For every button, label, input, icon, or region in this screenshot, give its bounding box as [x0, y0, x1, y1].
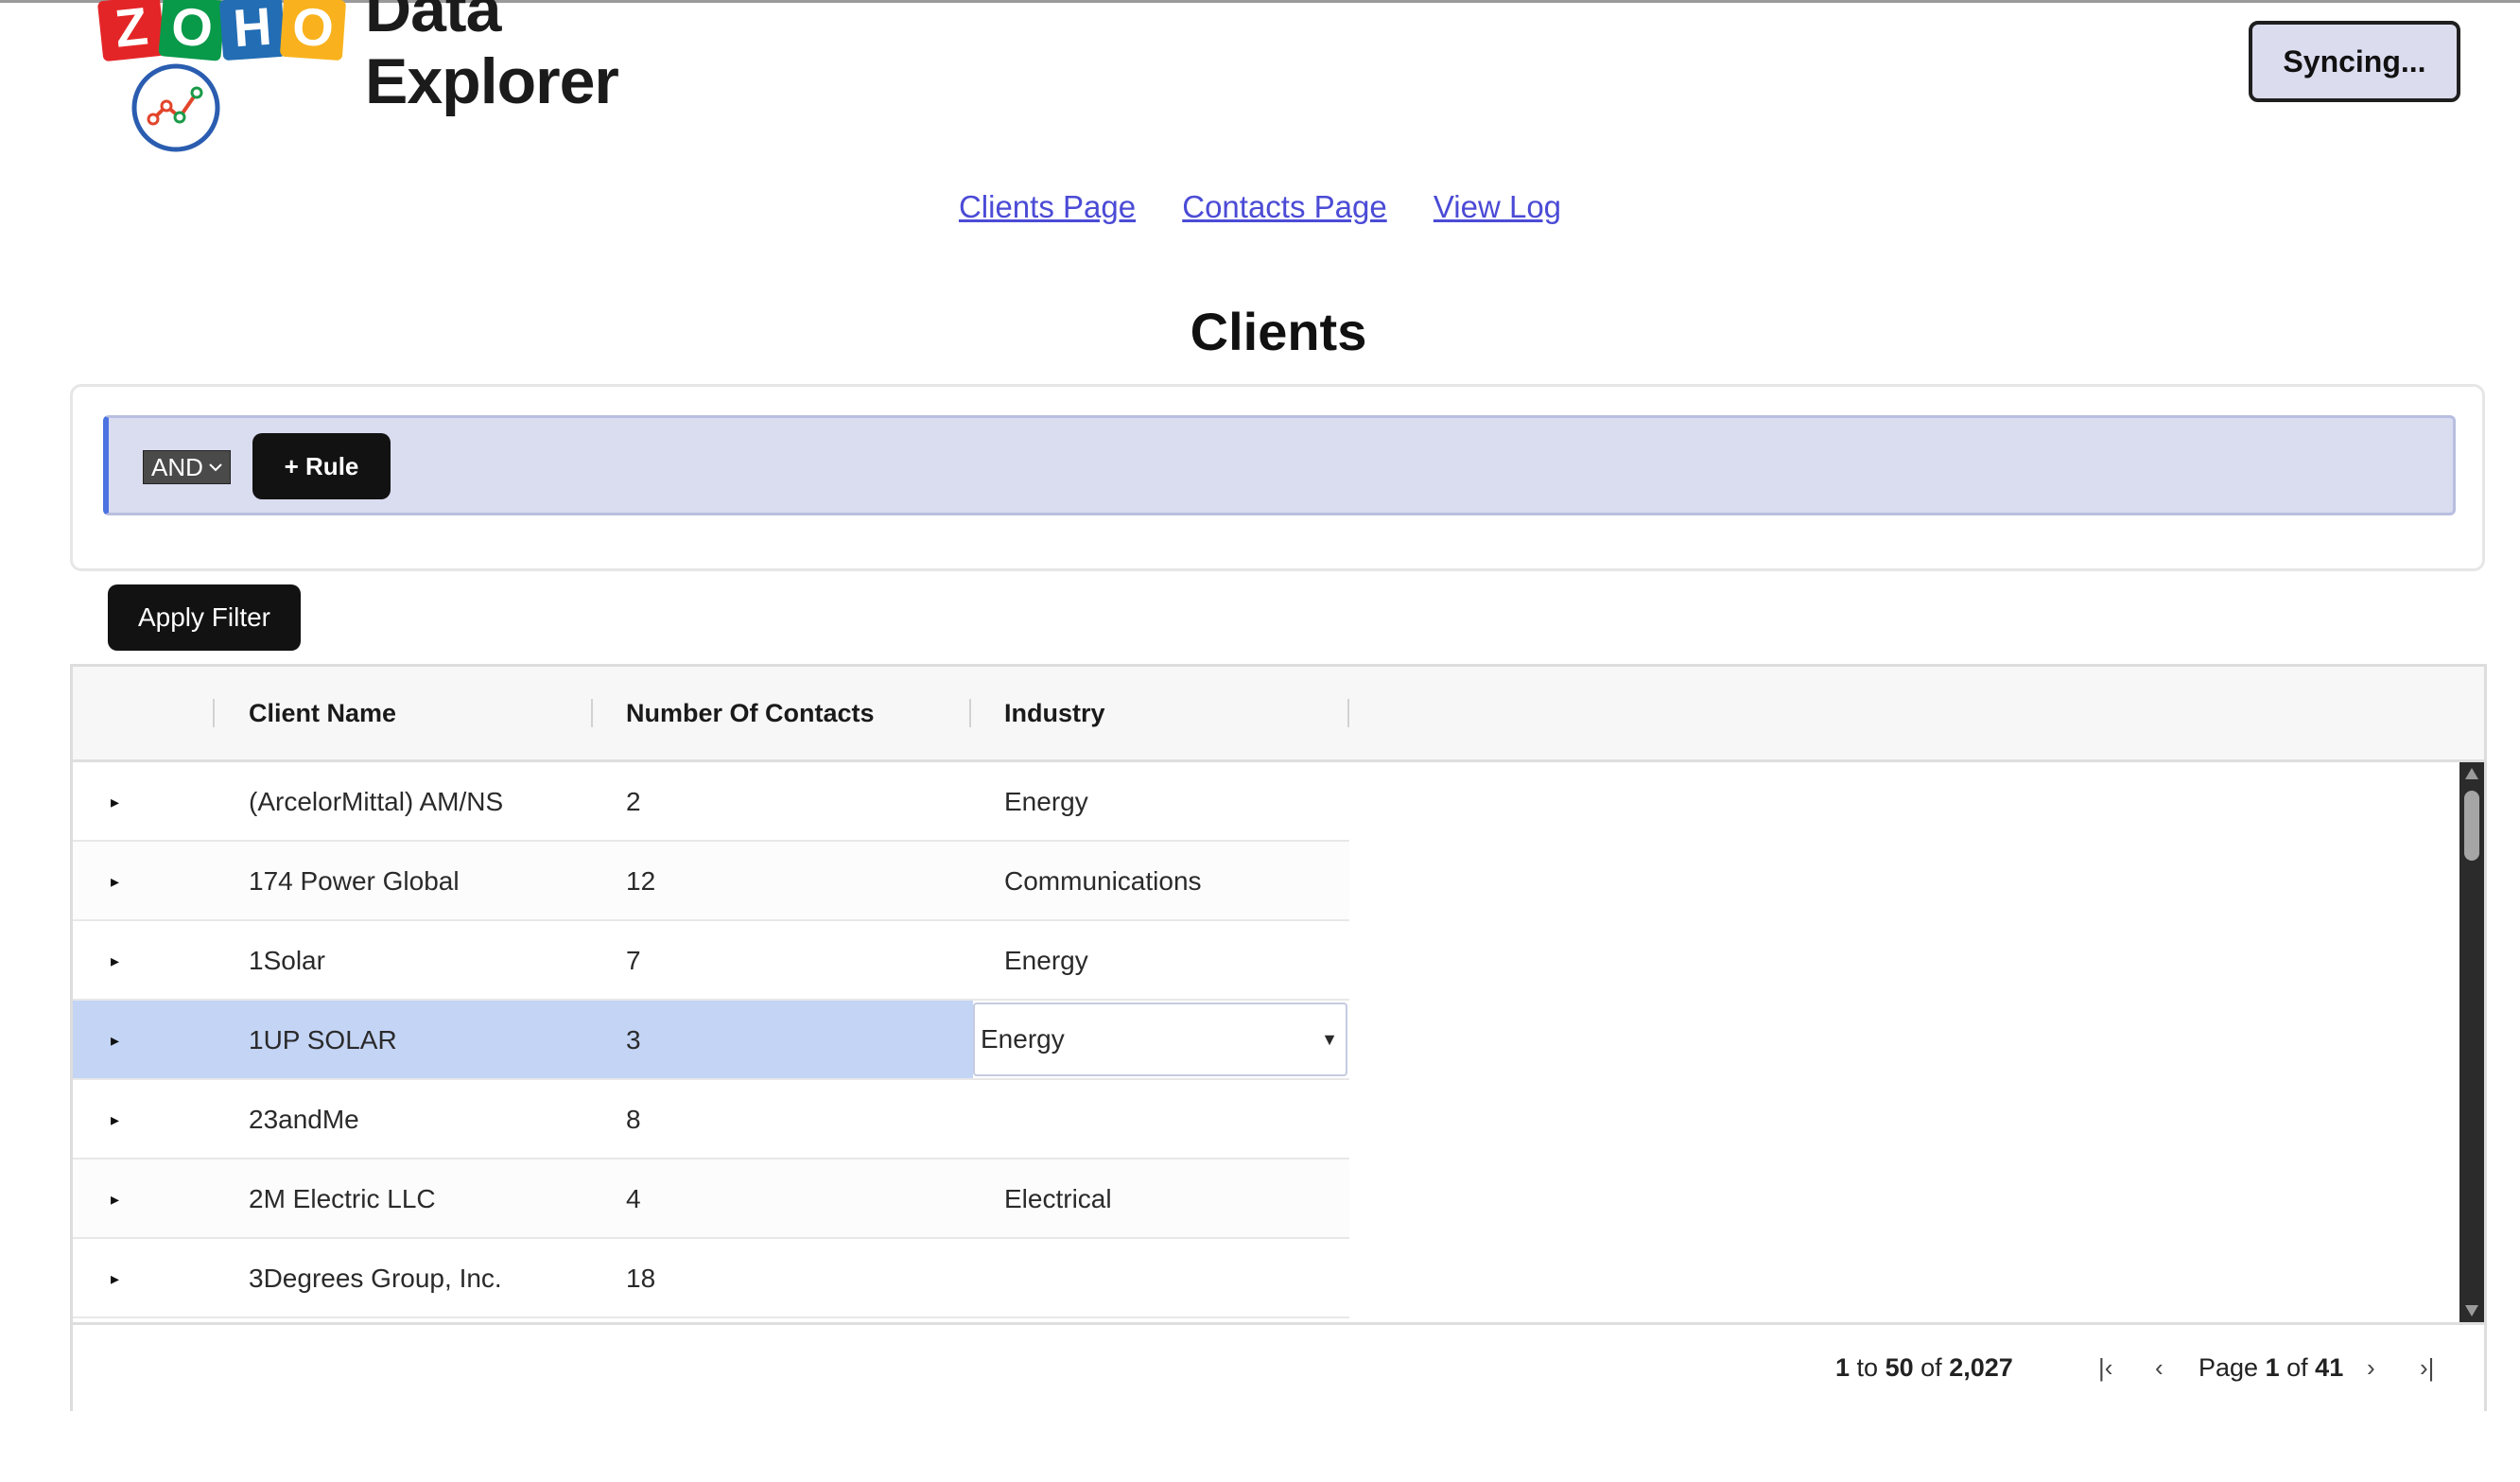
cell-industry[interactable]: Communications: [1004, 842, 1202, 919]
first-page-icon[interactable]: |‹: [2098, 1325, 2112, 1411]
top-nav: Clients Page Contacts Page View Log: [0, 189, 2520, 225]
table-row[interactable]: ▸ 3Degrees Group, Inc. 18: [73, 1239, 1349, 1318]
cell-contacts[interactable]: 2: [626, 762, 641, 840]
cell-contacts[interactable]: 7: [626, 921, 641, 999]
grid-body: ▸ (ArcelorMittal) AM/NS 2 Energy ▸ 174 P…: [73, 762, 1349, 1322]
column-separator[interactable]: [591, 699, 593, 727]
nav-link-view-log[interactable]: View Log: [1434, 189, 1561, 224]
cell-client-name[interactable]: 3Degrees Group, Inc.: [249, 1239, 502, 1316]
row-expand-icon[interactable]: ▸: [111, 921, 119, 999]
app-logo: Z O H O Data Explorer: [95, 0, 619, 161]
column-header-client-name[interactable]: Client Name: [249, 667, 396, 759]
sync-button[interactable]: Syncing...: [2249, 21, 2460, 102]
cell-contacts[interactable]: 8: [626, 1080, 641, 1158]
cell-contacts[interactable]: 12: [626, 842, 655, 919]
zoho-logo-tile-h: H: [218, 0, 287, 61]
zoho-logo-tile-z: Z: [96, 0, 166, 62]
cell-client-name[interactable]: 23andMe: [249, 1080, 359, 1158]
column-header-industry[interactable]: Industry: [1004, 667, 1105, 759]
page-indicator: Page 1 of 41: [2198, 1353, 2344, 1382]
vertical-scrollbar[interactable]: [2459, 762, 2484, 1322]
row-expand-icon[interactable]: ▸: [111, 762, 119, 840]
app-title: Data Explorer: [365, 0, 619, 117]
chart-logo-icon: [131, 63, 220, 152]
row-expand-icon[interactable]: ▸: [111, 842, 119, 919]
table-row[interactable]: ▸ 1Solar 7 Energy: [73, 921, 1349, 1001]
row-expand-icon[interactable]: ▸: [111, 1239, 119, 1316]
page-title: Clients: [1190, 302, 1367, 361]
cell-contacts[interactable]: 18: [626, 1239, 655, 1316]
table-row[interactable]: ▸ (ArcelorMittal) AM/NS 2 Energy: [73, 762, 1349, 842]
table-row[interactable]: ▸ 23andMe 8: [73, 1080, 1349, 1159]
industry-editor-value: Energy: [981, 1024, 1065, 1054]
cell-client-name[interactable]: 2M Electric LLC: [249, 1159, 436, 1237]
cell-client-name[interactable]: 174 Power Global: [249, 842, 460, 919]
cell-industry[interactable]: Energy: [1004, 921, 1088, 999]
apply-filter-button[interactable]: Apply Filter: [108, 584, 301, 651]
cell-client-name[interactable]: 1UP SOLAR: [249, 1001, 397, 1078]
table-row[interactable]: ▸ 174 Power Global 12 Communications: [73, 842, 1349, 921]
query-builder: AND + Rule: [70, 384, 2485, 571]
chevron-down-icon: [209, 463, 222, 472]
cell-client-name[interactable]: 1Solar: [249, 921, 325, 999]
column-separator[interactable]: [969, 699, 971, 727]
next-page-icon[interactable]: ›: [2367, 1325, 2375, 1411]
cell-client-name[interactable]: (ArcelorMittal) AM/NS: [249, 762, 503, 840]
cell-contacts[interactable]: 4: [626, 1159, 641, 1237]
scroll-up-arrow-icon[interactable]: [2465, 768, 2478, 779]
row-range-summary: 1 to 50 of 2,027: [1835, 1353, 2013, 1382]
cell-industry[interactable]: Electrical: [1004, 1159, 1112, 1237]
zoho-logo-tile-o: O: [158, 0, 226, 61]
scroll-down-arrow-icon[interactable]: [2465, 1305, 2478, 1316]
prev-page-icon[interactable]: ‹: [2155, 1325, 2164, 1411]
table-row-selected[interactable]: ▸ 1UP SOLAR 3 Energy ▼: [73, 1001, 1349, 1080]
row-expand-icon[interactable]: ▸: [111, 1001, 119, 1078]
cell-industry[interactable]: Energy: [1004, 762, 1088, 840]
nav-link-contacts[interactable]: Contacts Page: [1182, 189, 1386, 224]
dropdown-caret-icon[interactable]: ▼: [1321, 1004, 1338, 1074]
rule-group: AND + Rule: [103, 415, 2456, 515]
add-rule-button[interactable]: + Rule: [252, 433, 391, 499]
cell-contacts[interactable]: 3: [626, 1001, 641, 1078]
column-separator[interactable]: [1347, 699, 1349, 727]
combinator-select[interactable]: AND: [143, 450, 231, 484]
scrollbar-thumb[interactable]: [2464, 791, 2479, 861]
industry-cell-editor[interactable]: Energy ▼: [973, 1003, 1347, 1076]
grid-header: Client Name Number Of Contacts Industry: [73, 667, 2484, 762]
column-header-number-of-contacts[interactable]: Number Of Contacts: [626, 667, 875, 759]
table-row[interactable]: ▸ 2M Electric LLC 4 Electrical: [73, 1159, 1349, 1239]
column-separator[interactable]: [213, 699, 215, 727]
clients-grid: Client Name Number Of Contacts Industry …: [70, 664, 2487, 1411]
combinator-value: AND: [151, 453, 203, 481]
row-expand-icon[interactable]: ▸: [111, 1159, 119, 1237]
zoho-logo-tile-o2: O: [279, 0, 347, 61]
nav-link-clients[interactable]: Clients Page: [959, 189, 1136, 224]
row-expand-icon[interactable]: ▸: [111, 1080, 119, 1158]
last-page-icon[interactable]: ›|: [2420, 1325, 2434, 1411]
pagination-bar: 1 to 50 of 2,027 |‹ ‹ Page 1 of 41 › ›|: [73, 1322, 2484, 1411]
